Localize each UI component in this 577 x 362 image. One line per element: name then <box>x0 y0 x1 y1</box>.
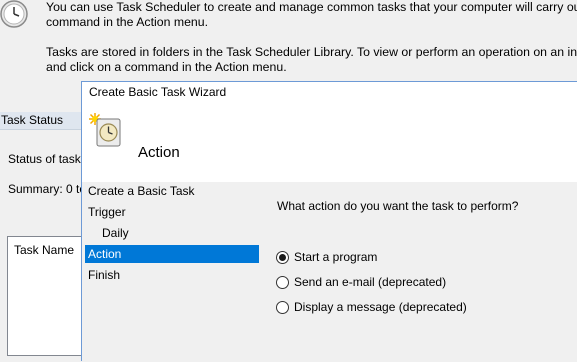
intro-text-line-2: command in the Action menu. <box>46 15 208 29</box>
wizard-window-title: Create Basic Task Wizard <box>89 85 227 99</box>
intro-text-line-1: You can use Task Scheduler to create and… <box>46 0 577 14</box>
step-action[interactable]: Action <box>85 245 259 263</box>
scheduled-task-clock-icon <box>89 113 121 147</box>
wizard-content: What action do you want the task to perf… <box>260 182 577 362</box>
wizard-header: Action <box>82 104 577 182</box>
status-of-tasks-label: Status of tasks <box>8 152 87 166</box>
summary-label: Summary: 0 to <box>8 182 87 196</box>
start-program-radio[interactable] <box>276 251 289 264</box>
step-create-basic-task[interactable]: Create a Basic Task <box>85 182 259 200</box>
action-question: What action do you want the task to perf… <box>277 199 519 213</box>
display-message-radio[interactable] <box>276 301 289 314</box>
start-program-label[interactable]: Start a program <box>294 250 377 265</box>
task-name-column-header[interactable]: Task Name <box>14 243 74 257</box>
step-trigger[interactable]: Trigger <box>85 203 259 221</box>
wizard-steps-list: Create a Basic Task Trigger Daily Action… <box>82 182 260 362</box>
step-finish[interactable]: Finish <box>85 266 259 284</box>
wizard-title-bar[interactable]: Create Basic Task Wizard <box>82 82 577 104</box>
send-email-radio[interactable] <box>276 276 289 289</box>
step-daily[interactable]: Daily <box>85 224 259 242</box>
task-scheduler-clock-icon <box>0 0 28 28</box>
intro-text-line-4: and click on a command in the Action men… <box>46 60 287 74</box>
wizard-page-title: Action <box>138 144 180 161</box>
intro-text-line-3: Tasks are stored in folders in the Task … <box>46 45 577 59</box>
send-email-label[interactable]: Send an e-mail (deprecated) <box>294 275 446 290</box>
task-status-header[interactable]: Task Status <box>0 112 84 130</box>
display-message-label[interactable]: Display a message (deprecated) <box>294 300 467 315</box>
create-basic-task-wizard: Create Basic Task Wizard Action Create a… <box>81 81 577 362</box>
